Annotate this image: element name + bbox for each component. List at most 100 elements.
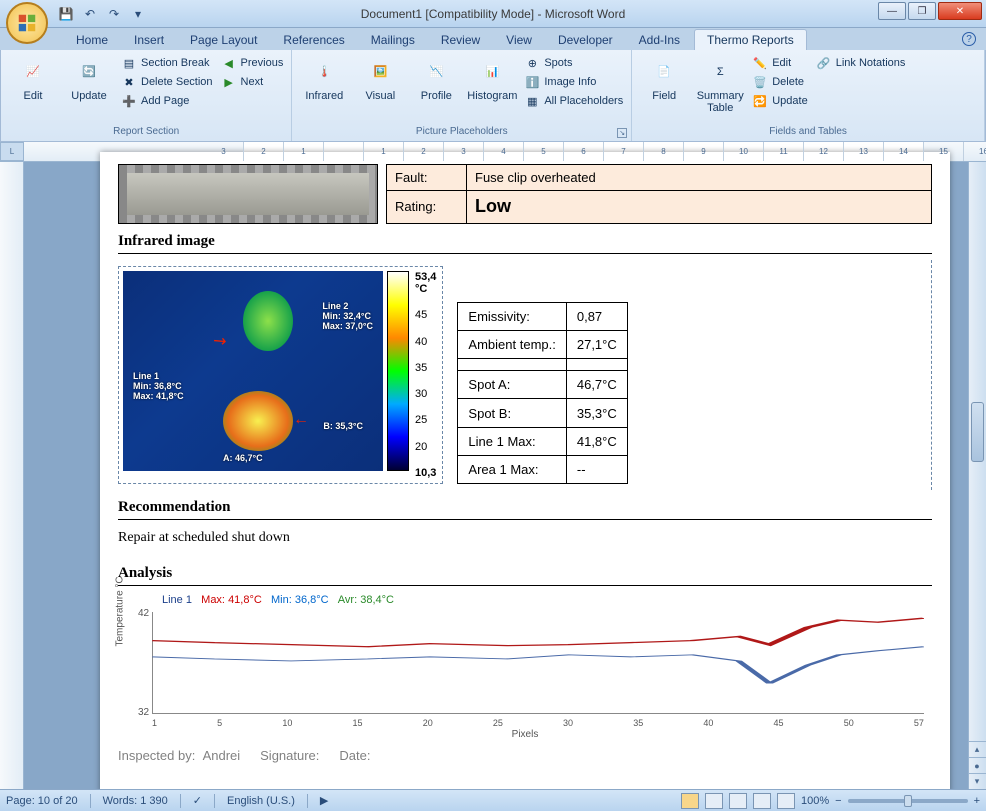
- tab-view[interactable]: View: [494, 30, 544, 50]
- chart-ylabel: Temperature °C: [115, 576, 126, 646]
- fault-value: Fuse clip overheated: [467, 165, 932, 191]
- zoom-out-button[interactable]: −: [835, 795, 841, 807]
- print-layout-view-button[interactable]: [681, 793, 699, 809]
- tab-page-layout[interactable]: Page Layout: [178, 30, 269, 50]
- profile-button[interactable]: 📉Profile: [410, 54, 462, 104]
- minimize-button[interactable]: —: [878, 2, 906, 20]
- help-icon[interactable]: ?: [962, 32, 976, 46]
- scrollbar-thumb[interactable]: [971, 402, 984, 462]
- web-layout-view-button[interactable]: [729, 793, 747, 809]
- save-icon[interactable]: 💾: [56, 4, 76, 24]
- infrared-icon: 🌡️: [308, 56, 340, 88]
- update-button[interactable]: 🔄Update: [63, 54, 115, 104]
- link-icon: 🔗: [816, 55, 832, 71]
- infrared-image: Line 2 Min: 32,4°C Max: 37,0°C Line 1 Mi…: [123, 271, 383, 471]
- image-info-icon: ℹ️: [524, 74, 540, 90]
- close-button[interactable]: ✕: [938, 2, 982, 20]
- delete-icon: 🗑️: [752, 74, 768, 90]
- histogram-button[interactable]: 📊Histogram: [466, 54, 518, 104]
- edit-button[interactable]: 📈Edit: [7, 54, 59, 104]
- analysis-title: Analysis: [118, 562, 932, 586]
- infrared-placeholder[interactable]: Line 2 Min: 32,4°C Max: 37,0°C Line 1 Mi…: [118, 266, 443, 484]
- vertical-ruler[interactable]: [0, 162, 24, 789]
- window-title: Document1 [Compatibility Mode] - Microso…: [361, 7, 626, 21]
- tab-add-ins[interactable]: Add-Ins: [627, 30, 692, 50]
- tab-developer[interactable]: Developer: [546, 30, 625, 50]
- sigma-icon: Σ: [704, 56, 736, 88]
- group-report-section: Report Section: [7, 126, 285, 139]
- fault-table: Fault:Fuse clip overheated Rating:Low: [386, 164, 932, 224]
- image-info-button[interactable]: ℹ️Image Info: [522, 73, 625, 91]
- refresh-icon: 🔁: [752, 93, 768, 109]
- profile-icon: 📉: [420, 56, 452, 88]
- vertical-scrollbar[interactable]: ▴ ● ▾: [968, 162, 986, 789]
- edit-field-button[interactable]: ✏️Edit: [750, 54, 809, 72]
- next-page-icon[interactable]: ▾: [968, 773, 986, 789]
- chart-legend: Line 1 Max: 41,8°C Min: 36,8°C Avr: 38,4…: [162, 594, 928, 606]
- histogram-icon: 📊: [476, 56, 508, 88]
- add-page-button[interactable]: ➕Add Page: [119, 92, 215, 110]
- zoom-slider[interactable]: [848, 799, 968, 803]
- profile-chart: Line 1 Max: 41,8°C Min: 36,8°C Avr: 38,4…: [118, 590, 932, 740]
- tab-insert[interactable]: Insert: [122, 30, 176, 50]
- tab-review[interactable]: Review: [429, 30, 492, 50]
- previous-button[interactable]: ◀Previous: [219, 54, 286, 72]
- full-screen-view-button[interactable]: [705, 793, 723, 809]
- office-button[interactable]: [6, 2, 48, 44]
- qat-dropdown-icon[interactable]: ▾: [128, 4, 148, 24]
- link-notations-button[interactable]: 🔗Link Notations: [814, 54, 908, 72]
- next-button[interactable]: ▶Next: [219, 73, 286, 91]
- line1-label: Line 1 Min: 36,8°C Max: 41,8°C: [133, 371, 184, 401]
- undo-icon[interactable]: ↶: [80, 4, 100, 24]
- update-field-button[interactable]: 🔁Update: [750, 92, 809, 110]
- group-fields-tables: Fields and Tables: [638, 126, 978, 139]
- status-language[interactable]: English (U.S.): [227, 795, 295, 807]
- footer-row: Inspected by: Andrei Signature: Date:: [118, 748, 932, 763]
- next-icon: ▶: [221, 74, 237, 90]
- tab-mailings[interactable]: Mailings: [359, 30, 427, 50]
- summary-table-button[interactable]: ΣSummary Table: [694, 54, 746, 116]
- spots-icon: ⊕: [524, 55, 540, 71]
- all-placeholders-button[interactable]: ▦All Placeholders: [522, 92, 625, 110]
- status-words[interactable]: Words: 1 390: [103, 795, 168, 807]
- previous-icon: ◀: [221, 55, 237, 71]
- page[interactable]: Fault:Fuse clip overheated Rating:Low In…: [100, 152, 950, 793]
- ribbon-tabs: Home Insert Page Layout References Maili…: [0, 28, 986, 50]
- recommendation-text: Repair at scheduled shut down: [118, 520, 932, 556]
- tab-references[interactable]: References: [271, 30, 356, 50]
- maximize-button[interactable]: ❐: [908, 2, 936, 20]
- zoom-in-button[interactable]: +: [974, 795, 980, 807]
- tab-thermo-reports[interactable]: Thermo Reports: [694, 29, 807, 50]
- quick-access-toolbar: 💾 ↶ ↷ ▾: [56, 4, 148, 24]
- document-area[interactable]: Fault:Fuse clip overheated Rating:Low In…: [0, 162, 986, 789]
- pencil-icon: ✏️: [752, 55, 768, 71]
- spots-button[interactable]: ⊕Spots: [522, 54, 625, 72]
- section-break-button[interactable]: ▤Section Break: [119, 54, 215, 72]
- proofing-icon[interactable]: ✓: [193, 794, 202, 807]
- rating-label: Rating:: [387, 190, 467, 223]
- field-button[interactable]: 📄Field: [638, 54, 690, 104]
- edit-chart-icon: 📈: [17, 56, 49, 88]
- status-zoom[interactable]: 100%: [801, 795, 829, 807]
- tab-home[interactable]: Home: [64, 30, 120, 50]
- prev-page-icon[interactable]: ▴: [968, 741, 986, 757]
- arrow-icon: ←: [293, 411, 309, 429]
- status-page[interactable]: Page: 10 of 20: [6, 795, 78, 807]
- outline-view-button[interactable]: [753, 793, 771, 809]
- visual-photo: [118, 164, 378, 224]
- title-bar: 💾 ↶ ↷ ▾ Document1 [Compatibility Mode] -…: [0, 0, 986, 28]
- launcher-icon[interactable]: ↘: [617, 128, 627, 138]
- visual-button[interactable]: 🖼️Visual: [354, 54, 406, 104]
- browse-object-icon[interactable]: ●: [968, 757, 986, 773]
- draft-view-button[interactable]: [777, 793, 795, 809]
- recommendation-title: Recommendation: [118, 496, 932, 520]
- macro-icon[interactable]: ▶: [320, 794, 328, 807]
- infrared-button[interactable]: 🌡️Infrared: [298, 54, 350, 104]
- redo-icon[interactable]: ↷: [104, 4, 124, 24]
- delete-section-icon: ✖: [121, 74, 137, 90]
- color-scale-labels: 53,4°C 454035 302520 10,3: [413, 271, 438, 479]
- arrow-icon: ↘: [208, 329, 231, 353]
- delete-section-button[interactable]: ✖Delete Section: [119, 73, 215, 91]
- line2-label: Line 2 Min: 32,4°C Max: 37,0°C: [322, 301, 373, 331]
- delete-field-button[interactable]: 🗑️Delete: [750, 73, 809, 91]
